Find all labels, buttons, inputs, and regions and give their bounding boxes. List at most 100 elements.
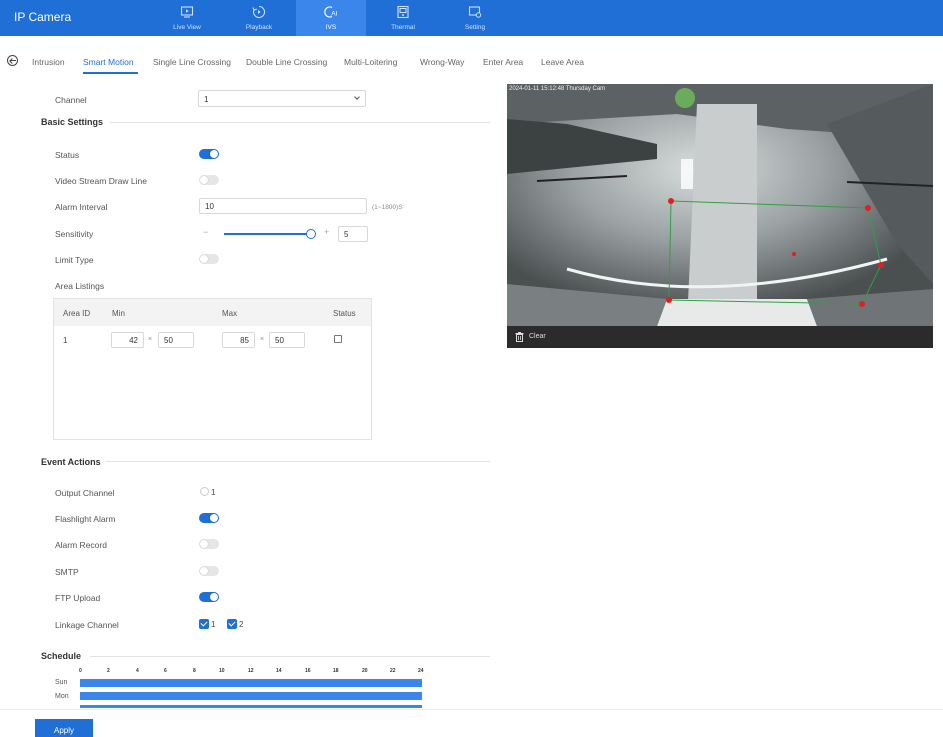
channel-select[interactable]: 1 [198, 90, 366, 107]
schedule-tick: 16 [305, 668, 311, 674]
flashlight-toggle[interactable] [199, 513, 219, 523]
camera-scene [507, 84, 933, 326]
alarm-interval-input[interactable]: 10 [199, 198, 367, 214]
schedule-tick: 14 [276, 668, 282, 674]
video-preview[interactable]: 2024-01-11 15:12:48 Thursday Cam [507, 84, 933, 326]
tab-intrusion[interactable]: Intrusion [32, 57, 65, 67]
schedule-tick: 2 [107, 668, 110, 674]
schedule-tick: 12 [248, 668, 254, 674]
tab-multi-loitering[interactable]: Multi-Loitering [344, 57, 397, 67]
max-height-input[interactable]: 50 [269, 332, 305, 348]
alarm-interval-hint: (1~1800)S [372, 204, 403, 211]
min-height-input[interactable]: 50 [158, 332, 194, 348]
schedule-bar-mon[interactable] [80, 692, 422, 700]
linkage-channel-2-label: 2 [239, 620, 244, 629]
channel-value: 1 [204, 95, 209, 104]
max-width-input[interactable]: 85 [222, 332, 255, 348]
tab-double-line-crossing[interactable]: Double Line Crossing [246, 57, 327, 67]
top-navigation-bar: IP Camera Live View Playback AI IVS Ther… [0, 0, 943, 36]
sensitivity-slider-track [224, 233, 310, 235]
section-divider [90, 656, 490, 657]
live-view-icon [152, 5, 222, 21]
area-id-cell: 1 [63, 336, 68, 345]
tab-smart-motion[interactable]: Smart Motion [83, 57, 134, 67]
channel-label: Channel [55, 95, 87, 105]
back-icon[interactable] [7, 55, 18, 66]
limit-type-label: Limit Type [55, 255, 94, 265]
schedule-bar-sun[interactable] [80, 679, 422, 687]
schedule-day-mon: Mon [55, 693, 69, 700]
schedule-tick: 6 [164, 668, 167, 674]
chevron-down-icon [354, 94, 360, 100]
basic-settings-title: Basic Settings [41, 117, 104, 127]
draw-line-label: Video Stream Draw Line [55, 176, 147, 186]
sensitivity-value-input[interactable]: 5 [338, 226, 368, 242]
area-listings-table: Area ID Min Max Status 1 42 × 50 85 × 50 [53, 298, 372, 440]
ftp-upload-toggle[interactable] [199, 592, 219, 602]
section-divider [110, 122, 490, 123]
draw-line-toggle[interactable] [199, 175, 219, 185]
output-channel-label: Output Channel [55, 488, 115, 498]
schedule-tick: 20 [362, 668, 368, 674]
table-header: Area ID Min Max Status [54, 299, 371, 326]
tab-leave-area[interactable]: Leave Area [541, 57, 584, 67]
sensitivity-increase-button[interactable]: + [324, 227, 329, 237]
nav-label: IVS [325, 24, 337, 31]
column-max: Max [222, 309, 238, 318]
event-actions-title: Event Actions [41, 457, 101, 467]
section-divider [106, 461, 490, 462]
schedule-tick: 22 [390, 668, 396, 674]
apply-button[interactable]: Apply [35, 719, 93, 737]
schedule-tick: 4 [136, 668, 139, 674]
sensitivity-label: Sensitivity [55, 229, 94, 239]
ivs-icon: AI [296, 5, 366, 21]
nav-setting[interactable]: Setting [440, 0, 510, 36]
video-toolbar: Clear [507, 326, 933, 348]
alarm-interval-label: Alarm Interval [55, 202, 108, 212]
nav-label: Playback [245, 24, 273, 31]
output-channel-checkbox[interactable] [200, 487, 209, 496]
nav-label: Live View [173, 24, 201, 31]
sensitivity-decrease-button[interactable]: − [203, 227, 208, 237]
schedule-bar-partial [80, 705, 422, 708]
app-title: IP Camera [14, 10, 72, 24]
nav-live-view[interactable]: Live View [152, 0, 222, 36]
schedule-tick: 18 [333, 668, 339, 674]
video-osd-timestamp: 2024-01-11 15:12:48 Thursday Cam [509, 86, 606, 92]
clear-button[interactable]: Clear [529, 333, 546, 340]
trash-icon[interactable] [515, 332, 524, 342]
column-status: Status [333, 309, 356, 318]
schedule-tick: 8 [193, 668, 196, 674]
setting-icon [440, 5, 510, 21]
nav-playback[interactable]: Playback [224, 0, 294, 36]
active-tab-indicator [83, 72, 138, 74]
thermal-icon [368, 5, 438, 21]
schedule-day-sun: Sun [55, 679, 68, 686]
tab-single-line-crossing[interactable]: Single Line Crossing [153, 57, 231, 67]
tab-wrong-way[interactable]: Wrong-Way [420, 57, 464, 67]
nav-ivs[interactable]: AI IVS [296, 0, 366, 36]
linkage-channel-2-checkbox[interactable] [227, 619, 237, 629]
times-sign: × [148, 336, 153, 343]
playback-icon [224, 5, 294, 21]
tab-enter-area[interactable]: Enter Area [483, 57, 523, 67]
column-min: Min [112, 309, 125, 318]
sensitivity-slider-thumb[interactable] [306, 229, 316, 239]
status-toggle[interactable] [199, 149, 219, 159]
linkage-channel-1-label: 1 [211, 620, 216, 629]
alarm-record-toggle[interactable] [199, 539, 219, 549]
nav-label: Setting [464, 24, 486, 31]
schedule-tick: 24 [418, 668, 424, 674]
flashlight-label: Flashlight Alarm [55, 514, 116, 524]
smtp-label: SMTP [55, 567, 79, 577]
times-sign: × [260, 336, 265, 343]
limit-type-toggle[interactable] [199, 254, 219, 264]
min-width-input[interactable]: 42 [111, 332, 144, 348]
column-area-id: Area ID [63, 309, 91, 318]
area-status-checkbox[interactable] [334, 335, 342, 343]
linkage-channel-label: Linkage Channel [55, 620, 119, 630]
area-listings-label: Area Listings [55, 281, 105, 291]
smtp-toggle[interactable] [199, 566, 219, 576]
nav-thermal[interactable]: Thermal [368, 0, 438, 36]
linkage-channel-1-checkbox[interactable] [199, 619, 209, 629]
